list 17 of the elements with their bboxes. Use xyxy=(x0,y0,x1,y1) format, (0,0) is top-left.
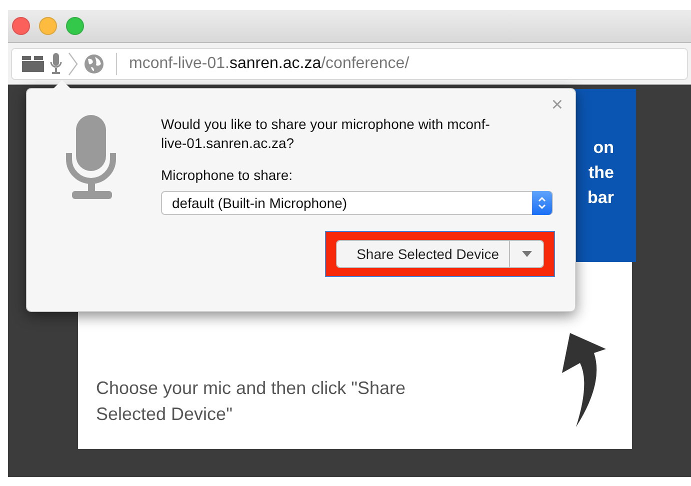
banner-text: the xyxy=(588,162,614,183)
device-label: Microphone to share: xyxy=(161,167,294,183)
globe-icon[interactable] xyxy=(84,54,104,74)
window-control-button[interactable] xyxy=(66,17,84,35)
chevron-icon xyxy=(68,52,78,76)
window-control-button[interactable] xyxy=(12,17,30,35)
banner-text: bar xyxy=(588,187,614,208)
curved-arrow-icon xyxy=(562,333,608,427)
microphone-select[interactable]: default (Built-in Microphone) xyxy=(161,191,553,215)
microphone-icon[interactable] xyxy=(50,52,62,74)
instruction-text: Choose your mic and then click "Share Selected Device" xyxy=(96,377,407,426)
folder-icon[interactable] xyxy=(22,56,44,72)
permission-question: Would you like to share your microphone with mconf-live-01.sanren.ac.za? xyxy=(161,115,491,153)
stepper-icon xyxy=(538,196,546,210)
window-control-button[interactable] xyxy=(39,17,57,35)
caret-icon xyxy=(522,251,532,257)
banner-text: on xyxy=(593,137,614,158)
